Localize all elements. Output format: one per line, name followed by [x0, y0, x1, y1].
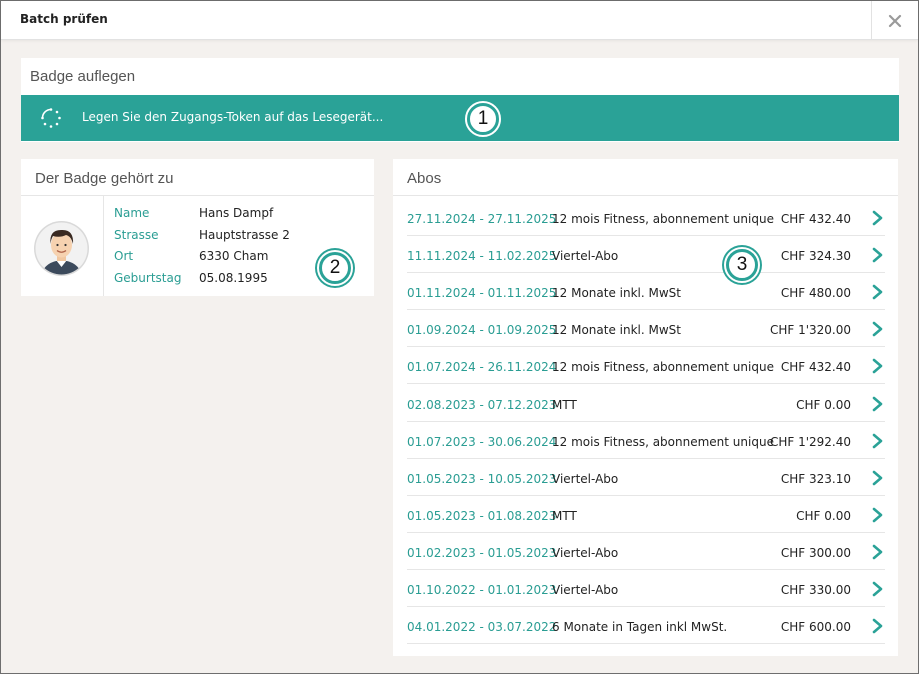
- abo-row[interactable]: 01.02.2023 - 01.05.2023 Viertel-Abo CHF 30…: [407, 533, 885, 570]
- abo-price: CHF 432.40: [780, 212, 851, 226]
- abo-row[interactable]: 01.07.2023 - 30.06.2024 12 mois Fitness, …: [407, 422, 885, 459]
- abos-divider: [393, 195, 898, 196]
- abo-row[interactable]: 01.07.2024 - 26.11.2024 12 mois Fitness, …: [407, 347, 885, 385]
- owner-vertical-divider: [103, 196, 104, 296]
- chevron-right-icon[interactable]: [871, 396, 885, 412]
- token-status-bar: Legen Sie den Zugangs-Token auf das Lese…: [21, 95, 899, 141]
- abo-price: CHF 323.10: [780, 471, 851, 486]
- abo-price: CHF 0.00: [796, 508, 851, 523]
- abo-row[interactable]: 11.11.2024 - 11.02.2025 Viertel-Abo CHF 32…: [407, 236, 885, 274]
- abo-row[interactable]: 01.05.2023 - 10.05.2023 Viertel-Abo CHF 32…: [407, 459, 885, 496]
- abo-period: 01.07.2023 - 30.06.2024: [407, 434, 557, 449]
- abo-name: Viertel-Abo: [552, 583, 619, 597]
- abo-row[interactable]: 01.10.2022 - 01.01.2023 Viertel-Abo CHF 33…: [407, 570, 885, 607]
- chevron-right-icon[interactable]: [871, 210, 885, 226]
- abo-period: 01.10.2022 - 01.01.2023: [407, 583, 557, 597]
- abo-name: Viertel-Abo: [552, 249, 619, 264]
- badge-panel-heading: Badge auflegen: [30, 68, 136, 85]
- close-icon: [888, 14, 902, 27]
- abo-name: 12 Monate inkl. MwSt: [552, 323, 681, 338]
- chevron-right-icon[interactable]: [871, 544, 885, 560]
- dialog-titlebar: Batch prüfen: [1, 1, 918, 40]
- abo-period: 02.08.2023 - 07.12.2023: [407, 397, 557, 412]
- abo-name: 12 mois Fitness, abonnement unique: [552, 434, 774, 449]
- abo-name: Viertel-Abo: [552, 471, 619, 486]
- chevron-right-icon[interactable]: [871, 247, 885, 263]
- abo-period: 27.11.2024 - 27.11.2025: [407, 212, 557, 226]
- abos-panel-heading: Abos: [407, 170, 442, 187]
- chevron-right-icon[interactable]: [871, 284, 885, 300]
- abo-name: 12 mois Fitness, abonnement unique: [552, 212, 774, 226]
- abo-period: 01.11.2024 - 01.11.2025: [407, 286, 557, 301]
- callout-marker-2: 2: [317, 250, 353, 286]
- abo-row[interactable]: 01.05.2023 - 01.08.2023 MTT CHF 0.00: [407, 496, 885, 533]
- owner-divider: [21, 195, 374, 196]
- abo-price: CHF 432.40: [780, 360, 851, 375]
- abo-price: CHF 1'320.00: [769, 323, 851, 338]
- abo-price: CHF 480.00: [780, 286, 851, 301]
- user-avatar-icon: [34, 221, 89, 276]
- abo-price: CHF 330.00: [780, 583, 851, 597]
- abo-name: MTT: [552, 397, 577, 412]
- chevron-right-icon[interactable]: [871, 507, 885, 523]
- abo-row[interactable]: 01.11.2024 - 01.11.2025 12 Monate inkl. M…: [407, 273, 885, 311]
- abo-period: 01.02.2023 - 01.05.2023: [407, 545, 557, 560]
- abo-name: Viertel-Abo: [552, 545, 619, 560]
- abo-name: 12 Monate inkl. MwSt: [552, 286, 681, 301]
- batch-dialog: Batch prüfen Badge auflegen Legen Sie de…: [0, 0, 919, 674]
- abo-name: 12 mois Fitness, abonnement unique: [552, 360, 774, 375]
- abo-name: 6 Monate in Tagen inkl MwSt.: [552, 620, 728, 635]
- chevron-right-icon[interactable]: [871, 433, 885, 449]
- chevron-right-icon[interactable]: [871, 321, 885, 337]
- abo-price: CHF 600.00: [780, 620, 851, 635]
- chevron-right-icon[interactable]: [871, 358, 885, 374]
- chevron-right-icon[interactable]: [871, 581, 885, 597]
- abo-row[interactable]: 04.01.2022 - 03.07.2022 6 Monate in Tagen…: [407, 607, 885, 645]
- badge-panel: Badge auflegen Legen Sie den Zugangs-Tok…: [21, 58, 899, 142]
- abo-period: 01.07.2024 - 26.11.2024: [407, 360, 557, 375]
- abo-price: CHF 0.00: [796, 397, 851, 412]
- close-button[interactable]: [871, 1, 918, 40]
- abo-period: 11.11.2024 - 11.02.2025: [407, 249, 557, 264]
- abo-period: 01.05.2023 - 01.08.2023: [407, 508, 557, 523]
- abo-price: CHF 324.30: [780, 249, 851, 264]
- abos-panel: Abos 27.11.2024 - 27.11.2025 12 mois Fitn…: [393, 159, 898, 656]
- dialog-title: Batch prüfen: [20, 12, 108, 26]
- callout-marker-3: 3: [724, 247, 760, 283]
- chevron-right-icon[interactable]: [871, 618, 885, 634]
- token-message: Legen Sie den Zugangs-Token auf das Lese…: [82, 110, 384, 124]
- abo-row[interactable]: 27.11.2024 - 27.11.2025 12 mois Fitness, …: [407, 199, 885, 236]
- chevron-right-icon[interactable]: [871, 470, 885, 486]
- abo-name: MTT: [552, 508, 577, 523]
- owner-panel-heading: Der Badge gehört zu: [35, 170, 174, 187]
- callout-marker-1: 1: [465, 101, 501, 137]
- abo-period: 04.01.2022 - 03.07.2022: [407, 620, 557, 635]
- abo-price: CHF 300.00: [780, 545, 851, 560]
- abo-price: CHF 1'292.40: [769, 434, 851, 449]
- abo-period: 01.09.2024 - 01.09.2025: [407, 323, 557, 338]
- abo-period: 01.05.2023 - 10.05.2023: [407, 471, 557, 486]
- loading-spinner-icon: [41, 108, 61, 128]
- abo-row[interactable]: 01.09.2024 - 01.09.2025 12 Monate inkl. M…: [407, 310, 885, 348]
- abo-row[interactable]: 02.08.2023 - 07.12.2023 MTT CHF 0.00: [407, 385, 885, 422]
